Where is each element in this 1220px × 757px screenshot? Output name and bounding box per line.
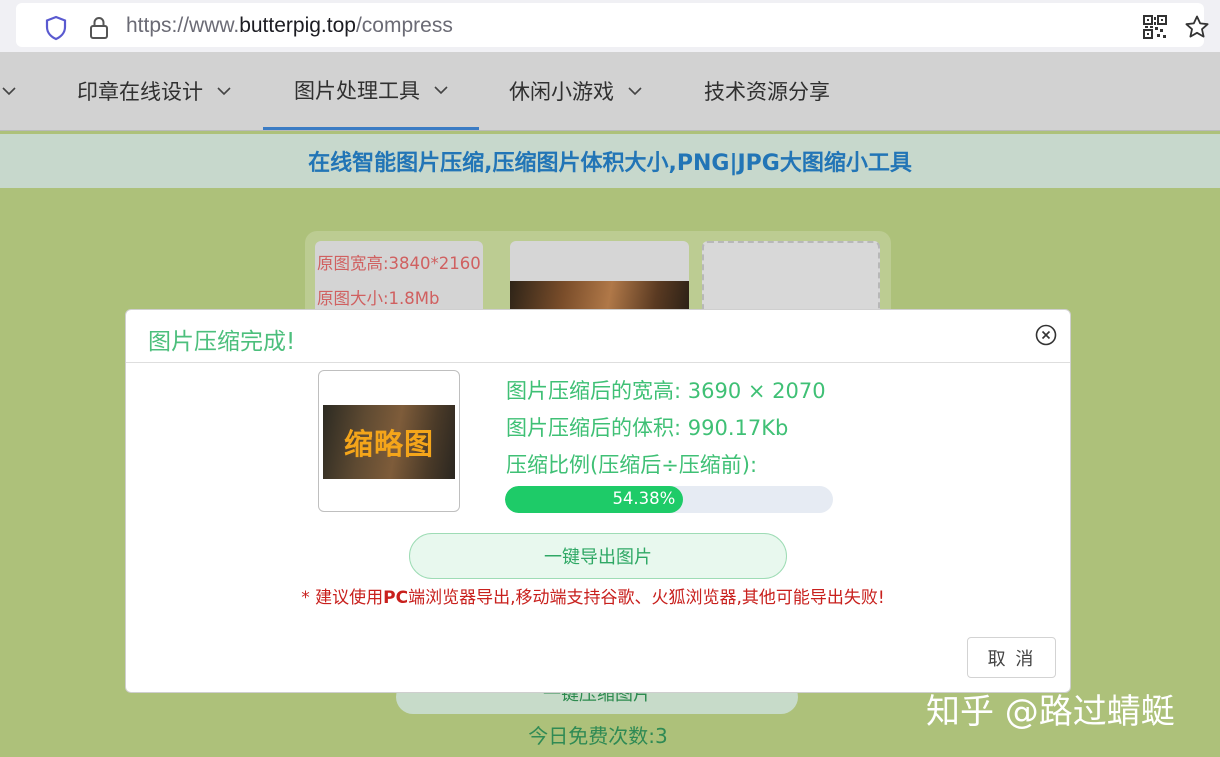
- browser-toolbar: https://www.butterpig.top/compress: [0, 0, 1220, 52]
- nav-tech-resources[interactable]: 技术资源分享: [704, 52, 830, 130]
- zhihu-watermark: 知乎 @路过蜻蜓: [926, 692, 1175, 732]
- thumbnail-image: 缩略图: [323, 405, 455, 479]
- export-image-button[interactable]: 一键导出图片: [409, 533, 787, 579]
- bookmark-star-icon[interactable]: [1184, 14, 1210, 44]
- nav-casual-games[interactable]: 休闲小游戏: [509, 52, 642, 130]
- url-text[interactable]: https://www.butterpig.top/compress: [126, 14, 453, 38]
- chevron-down-icon: [434, 85, 448, 94]
- compression-ratio-label: 压缩比例(压缩后÷压缩前):: [506, 453, 758, 477]
- compression-ratio-value: 54.38%: [612, 489, 676, 508]
- page-title-bar: 在线智能图片压缩,压缩图片体积大小,PNG|JPG大图缩小工具: [0, 134, 1220, 188]
- nav-image-tools[interactable]: 图片处理工具: [263, 52, 479, 130]
- export-warning: * 建议使用PC端浏览器导出,移动端支持谷歌、火狐浏览器,其他可能导出失败!: [301, 588, 885, 608]
- compressed-dimensions: 图片压缩后的宽高: 3690 × 2070: [506, 379, 826, 403]
- chevron-down-icon: [2, 87, 16, 96]
- thumbnail-frame: 缩略图: [318, 370, 460, 512]
- page-title: 在线智能图片压缩,压缩图片体积大小,PNG|JPG大图缩小工具: [308, 151, 912, 176]
- nav-prev-dropdown[interactable]: [2, 52, 16, 130]
- close-icon[interactable]: [1035, 324, 1057, 350]
- compress-result-dialog: 图片压缩完成! 缩略图 图片压缩后的宽高: 3690 × 2070 图片压缩后的…: [125, 309, 1071, 693]
- original-filesize: 原图大小:1.8Mb: [317, 289, 440, 308]
- chevron-down-icon: [217, 87, 231, 96]
- address-bar[interactable]: https://www.butterpig.top/compress: [16, 3, 1209, 47]
- cancel-button[interactable]: 取 消: [967, 637, 1056, 678]
- original-dimensions: 原图宽高:3840*2160: [317, 254, 481, 273]
- compression-ratio-bar: 54.38%: [505, 486, 833, 513]
- qr-code-icon[interactable]: [1143, 15, 1167, 43]
- chevron-down-icon: [628, 87, 642, 96]
- site-nav: 印章在线设计 图片处理工具 休闲小游戏 技术资源分享: [0, 52, 1220, 131]
- lock-icon[interactable]: [88, 15, 110, 45]
- compressed-size: 图片压缩后的体积: 990.17Kb: [506, 416, 789, 440]
- nav-seal-design[interactable]: 印章在线设计: [77, 52, 231, 130]
- shield-icon[interactable]: [44, 15, 68, 45]
- compression-ratio-fill: 54.38%: [505, 486, 684, 513]
- dialog-divider: [126, 362, 1070, 363]
- dialog-title: 图片压缩完成!: [148, 329, 296, 355]
